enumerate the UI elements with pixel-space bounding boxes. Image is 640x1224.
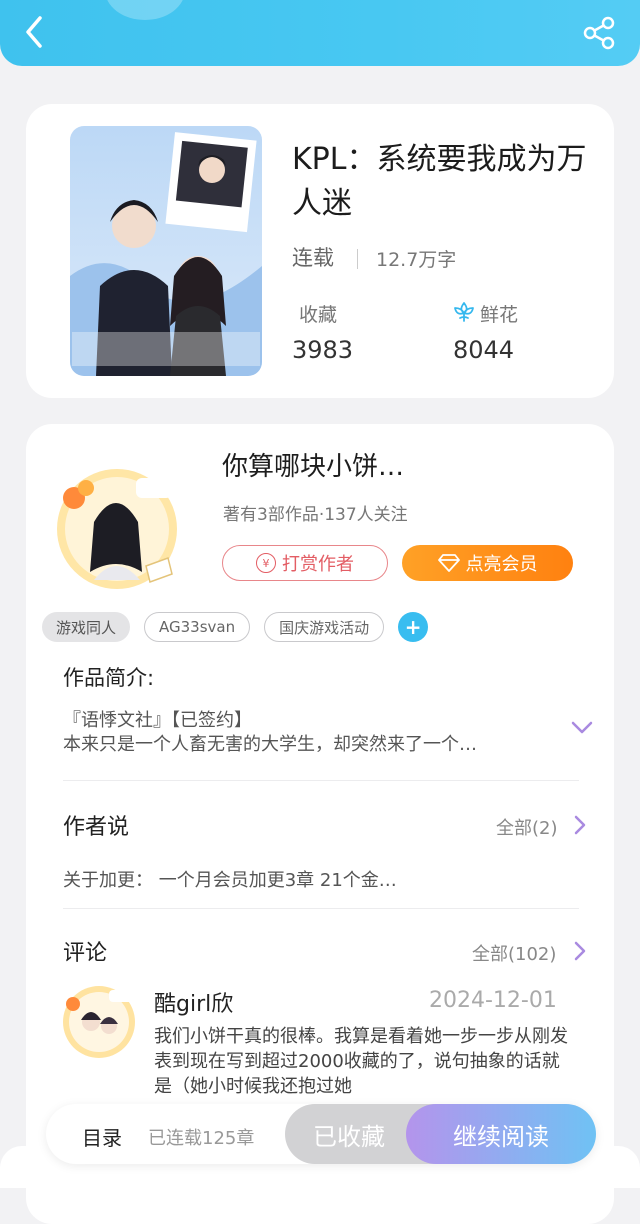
serial-chapter-count: 已连载125章	[148, 1128, 255, 1149]
book-title: KPL：系统要我成为万人迷	[292, 142, 587, 221]
author-avatar-image	[57, 469, 177, 589]
bottom-action-bar: 目录 已连载125章 已收藏 继续阅读	[46, 1104, 596, 1164]
commenter-avatar-image	[63, 986, 135, 1058]
author-note-text[interactable]: 关于加更： 一个月会员加更3章 21个金…	[63, 866, 397, 892]
commenter-avatar[interactable]	[59, 982, 139, 1062]
cover-illustration	[70, 126, 262, 376]
author-name[interactable]: 你算哪块小饼…	[222, 446, 404, 483]
author-note-title: 作者说	[63, 815, 130, 840]
share-icon	[583, 16, 615, 50]
intro-line-2: 本来只是一个人畜无害的大学生，却突然来了一个…	[63, 734, 477, 755]
intro-line-1: 『语悸文社』【已签约】	[63, 710, 252, 731]
author-note-see-all[interactable]: 全部(2)	[496, 814, 558, 840]
comment-username[interactable]: 酷girl欣	[154, 986, 233, 1018]
book-info-card: KPL：系统要我成为万人迷 连载 12.7万字 收藏 3983 鲜花 8044	[26, 104, 614, 398]
vip-label: 点亮会员	[465, 554, 538, 575]
continue-reading-label: 继续阅读	[453, 1122, 549, 1151]
top-bar	[0, 0, 640, 66]
header-decoration	[105, 0, 185, 20]
chevron-right-icon[interactable]	[573, 815, 587, 835]
favorites-count: 3983	[292, 336, 354, 364]
author-meta: 著有3部作品·137人关注	[223, 505, 408, 525]
comments-title: 评论	[63, 941, 108, 966]
intro-title: 作品简介:	[63, 666, 155, 690]
flowers-label: 鲜花	[480, 304, 519, 326]
status-divider	[357, 249, 358, 269]
chevron-left-icon	[26, 16, 42, 48]
book-word-count: 12.7万字	[376, 249, 457, 271]
tag-national-day-event[interactable]: 国庆游戏活动	[264, 612, 385, 642]
chevron-down-icon[interactable]	[570, 720, 594, 736]
divider	[63, 908, 579, 909]
author-avatar[interactable]	[50, 462, 184, 596]
book-status: 连载	[292, 246, 334, 270]
toc-button[interactable]: 目录	[82, 1122, 122, 1151]
divider	[63, 780, 579, 781]
diamond-icon	[437, 554, 460, 572]
vip-button[interactable]: 点亮会员	[402, 545, 573, 581]
back-button[interactable]	[18, 14, 52, 50]
tip-author-button[interactable]: ¥ 打赏作者	[222, 545, 388, 581]
collected-label: 已收藏	[313, 1122, 385, 1151]
comment-date: 2024-12-01	[429, 988, 557, 1013]
plus-icon: +	[404, 615, 422, 639]
favorites-label: 收藏	[299, 304, 338, 326]
add-tag-button[interactable]: +	[398, 612, 429, 642]
yen-coin-icon: ¥	[256, 553, 276, 573]
comments-see-all[interactable]: 全部(102)	[472, 940, 556, 966]
share-button[interactable]	[580, 14, 618, 52]
tag-list: 游戏同人 AG33svan 国庆游戏活动 +	[42, 612, 429, 642]
continue-reading-button[interactable]: 继续阅读	[406, 1104, 596, 1164]
chevron-right-icon[interactable]	[573, 941, 587, 961]
tip-author-label: 打赏作者	[282, 554, 354, 575]
flowers-count: 8044	[453, 336, 515, 364]
comment-text[interactable]: 我们小饼干真的很棒。我算是看着她一步一步从刚发表到现在写到超过2000收藏的了，…	[154, 1024, 574, 1099]
book-cover[interactable]	[70, 126, 262, 376]
tag-game-fanfic[interactable]: 游戏同人	[42, 612, 131, 642]
flower-icon	[454, 302, 474, 322]
tag-ag33svan[interactable]: AG33svan	[144, 612, 251, 642]
